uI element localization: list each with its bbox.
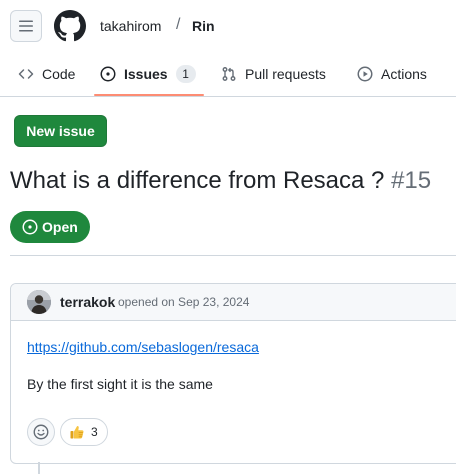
hamburger-icon bbox=[18, 18, 34, 34]
thumbs-up-icon bbox=[69, 424, 85, 440]
avatar[interactable] bbox=[27, 290, 51, 314]
top-bar: takahirom / Rin bbox=[0, 0, 456, 52]
tab-pull-requests-label: Pull requests bbox=[245, 66, 326, 82]
reaction-thumbs-up[interactable]: 3 bbox=[60, 418, 108, 446]
issue-title-text: What is a difference from Resaca ? bbox=[10, 167, 385, 194]
issue-opened-icon bbox=[100, 66, 116, 82]
breadcrumb-repo[interactable]: Rin bbox=[192, 17, 215, 35]
code-icon bbox=[18, 66, 34, 82]
menu-button[interactable] bbox=[10, 10, 42, 42]
git-pull-request-icon bbox=[221, 66, 237, 82]
repo-tabs: Code Issues 1 Pull requests Actions bbox=[0, 52, 456, 97]
tab-code-label: Code bbox=[42, 66, 76, 82]
issue-title: What is a difference from Resaca ? #15 bbox=[10, 166, 431, 196]
new-issue-button[interactable]: New issue bbox=[14, 115, 107, 147]
comment-header: terrakok opened on Sep 23, 2024 bbox=[11, 284, 456, 321]
issue-state-badge: Open bbox=[10, 211, 90, 243]
tab-issues-count: 1 bbox=[175, 65, 196, 83]
add-reaction-button[interactable] bbox=[27, 418, 55, 446]
selected-tab-indicator bbox=[94, 94, 204, 96]
tab-issues[interactable]: Issues 1 bbox=[100, 52, 196, 96]
tab-pull-requests[interactable]: Pull requests bbox=[221, 52, 326, 96]
tab-actions[interactable]: Actions bbox=[357, 52, 427, 96]
issue-state-label: Open bbox=[42, 219, 78, 235]
github-mark-icon[interactable] bbox=[54, 10, 86, 42]
comment-link[interactable]: https://github.com/sebaslogen/resaca bbox=[27, 339, 259, 355]
issue-comment: terrakok opened on Sep 23, 2024 https://… bbox=[10, 283, 456, 464]
play-icon bbox=[357, 66, 373, 82]
tab-issues-label: Issues bbox=[124, 66, 168, 82]
tab-actions-label: Actions bbox=[381, 66, 427, 82]
reaction-count: 3 bbox=[91, 425, 98, 439]
comment-author[interactable]: terrakok bbox=[60, 294, 115, 310]
breadcrumb-separator: / bbox=[176, 16, 181, 33]
timeline-line bbox=[38, 462, 40, 474]
tab-code[interactable]: Code bbox=[18, 52, 75, 96]
header-divider bbox=[10, 255, 456, 256]
issue-opened-icon bbox=[22, 219, 38, 235]
comment-opened-date: opened on Sep 23, 2024 bbox=[118, 295, 250, 309]
comment-body-text: By the first sight it is the same bbox=[27, 376, 213, 392]
issue-number: #15 bbox=[391, 167, 432, 194]
breadcrumb-owner[interactable]: takahirom bbox=[100, 17, 161, 35]
smiley-icon bbox=[33, 424, 49, 440]
